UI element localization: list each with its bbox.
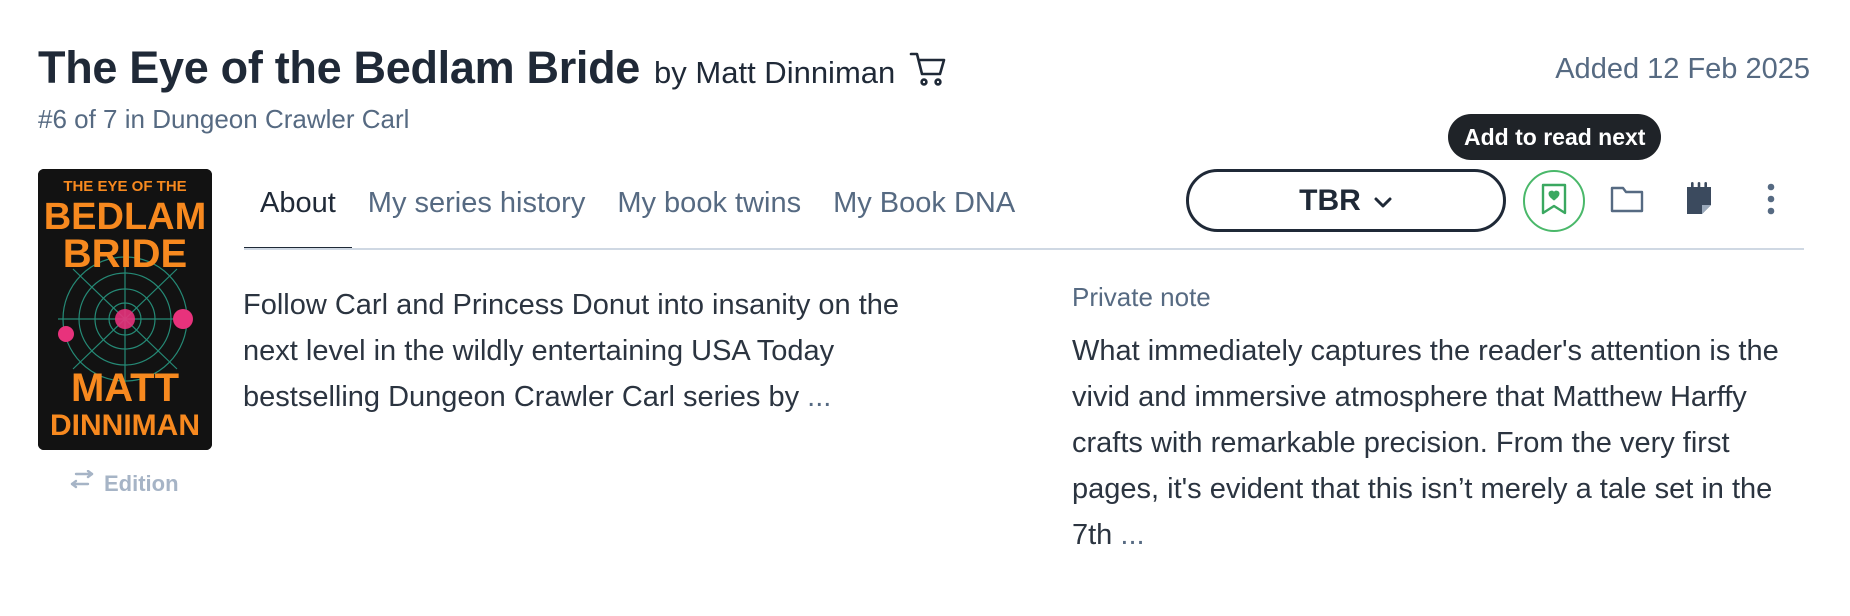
tab-my-book-dna[interactable]: My Book DNA <box>817 180 1031 250</box>
tab-about[interactable]: About <box>244 180 352 250</box>
book-cover[interactable]: THE EYE OF THE BEDLAM BRIDE MATT DINNIMA… <box>38 169 212 450</box>
tab-my-series-history[interactable]: My series history <box>352 180 602 250</box>
bookmark-heart-icon <box>1540 183 1568 220</box>
tab-divider <box>244 248 1804 250</box>
more-options-button[interactable] <box>1740 170 1802 232</box>
cover-author-line-1: MATT <box>71 366 179 410</box>
description-text: Follow Carl and Princess Donut into insa… <box>243 289 900 413</box>
chevron-down-icon <box>1373 184 1393 218</box>
book-title: The Eye of the Bedlam Bride <box>38 42 641 93</box>
title-row: The Eye of the Bedlam Bride by Matt Dinn… <box>38 42 947 94</box>
folder-button[interactable] <box>1596 170 1658 232</box>
cart-icon[interactable] <box>909 51 947 87</box>
private-note-label: Private note <box>1072 282 1211 312</box>
series-link[interactable]: #6 of 7 in Dungeon Crawler Carl <box>38 104 409 135</box>
swap-icon <box>68 469 96 498</box>
cover-title-line-1: THE EYE OF THE <box>63 178 186 195</box>
cover-author-line-2: DINNIMAN <box>50 409 200 442</box>
tab-bar: About My series history My book twins My… <box>244 180 1031 250</box>
author-link[interactable]: by Matt Dinniman <box>654 55 895 91</box>
cover-title-line-3: BRIDE <box>63 232 187 276</box>
description-more-link[interactable]: ... <box>807 381 831 413</box>
notes-button[interactable] <box>1668 170 1730 232</box>
folder-icon <box>1610 184 1644 219</box>
reading-status-label: TBR <box>1299 183 1361 217</box>
tooltip: Add to read next <box>1448 114 1662 160</box>
tab-my-book-twins[interactable]: My book twins <box>601 180 817 250</box>
edition-link[interactable]: Edition <box>68 469 179 498</box>
edition-label: Edition <box>104 471 179 496</box>
added-date: Added 12 Feb 2025 <box>1555 53 1810 85</box>
book-description: Follow Carl and Princess Donut into insa… <box>243 282 943 420</box>
more-vertical-icon <box>1766 182 1776 221</box>
private-note: What immediately captures the reader's a… <box>1072 328 1812 558</box>
note-icon <box>1684 181 1714 222</box>
private-note-text: What immediately captures the reader's a… <box>1072 335 1779 551</box>
private-note-more-link[interactable]: ... <box>1120 519 1144 551</box>
reading-status-button[interactable]: TBR <box>1186 169 1506 232</box>
book-detail-page: The Eye of the Bedlam Bride by Matt Dinn… <box>0 0 1850 616</box>
add-to-read-next-button[interactable] <box>1523 170 1585 232</box>
